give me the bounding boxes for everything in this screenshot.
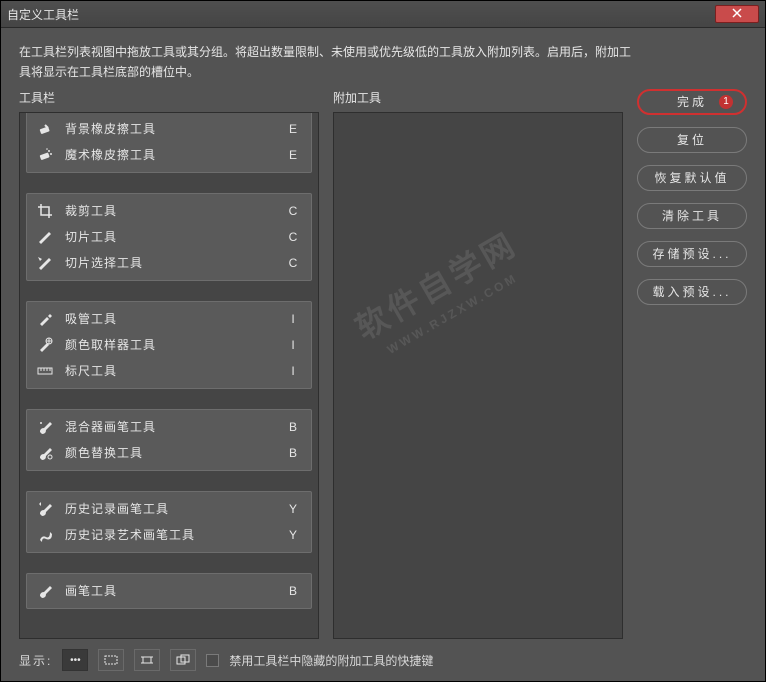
toolbar-list[interactable]: 背景橡皮擦工具E魔术橡皮擦工具E裁剪工具C切片工具C切片选择工具C吸管工具I颜色… xyxy=(19,112,319,639)
display-option-dots[interactable]: ••• xyxy=(62,649,88,671)
dots-icon: ••• xyxy=(70,655,81,666)
tool-shortcut: E xyxy=(283,148,303,162)
rect-icon xyxy=(104,655,118,665)
close-button[interactable] xyxy=(715,5,759,23)
tool-shortcut: C xyxy=(283,256,303,270)
tool-row[interactable]: 吸管工具I xyxy=(27,306,311,332)
tool-row[interactable]: 历史记录艺术画笔工具Y xyxy=(27,522,311,548)
tool-label: 颜色取样器工具 xyxy=(65,336,283,353)
disable-shortcuts-label: 禁用工具栏中隐藏的附加工具的快捷键 xyxy=(229,652,433,669)
tool-label: 颜色替换工具 xyxy=(65,444,283,461)
tool-label: 历史记录艺术画笔工具 xyxy=(65,526,283,543)
tool-shortcut: B xyxy=(283,420,303,434)
tool-label: 画笔工具 xyxy=(65,582,283,599)
tool-row[interactable]: 切片选择工具C xyxy=(27,250,311,276)
dialog-body: 在工具栏列表视图中拖放工具或其分组。将超出数量限制、未使用或优先级低的工具放入附… xyxy=(1,28,765,681)
tool-row[interactable]: 历史记录画笔工具Y xyxy=(27,496,311,522)
tool-shortcut: I xyxy=(283,364,303,378)
tool-shortcut: C xyxy=(283,204,303,218)
crop-icon xyxy=(35,203,55,219)
tool-label: 魔术橡皮擦工具 xyxy=(65,146,283,163)
bg-eraser-icon xyxy=(35,121,55,137)
tool-row[interactable]: 混合器画笔工具B xyxy=(27,414,311,440)
footer: 显示: ••• 禁用工具栏中隐藏的附加工具的快捷键 xyxy=(19,639,747,671)
tool-shortcut: C xyxy=(283,230,303,244)
tool-shortcut: B xyxy=(283,446,303,460)
tool-label: 吸管工具 xyxy=(65,310,283,327)
history-brush-icon xyxy=(35,501,55,517)
window-title: 自定义工具栏 xyxy=(7,6,715,23)
button-column: 完成 1 复位 恢复默认值 清除工具 存储预设... 载入预设... xyxy=(637,89,747,639)
display-option-rect[interactable] xyxy=(98,649,124,671)
artboard-icon xyxy=(140,654,154,666)
display-label: 显示: xyxy=(19,652,52,669)
tool-row[interactable]: 背景橡皮擦工具E xyxy=(27,116,311,142)
main-area: 工具栏 背景橡皮擦工具E魔术橡皮擦工具E裁剪工具C切片工具C切片选择工具C吸管工… xyxy=(19,89,747,639)
toolbar-column: 工具栏 背景橡皮擦工具E魔术橡皮擦工具E裁剪工具C切片工具C切片选择工具C吸管工… xyxy=(19,89,319,639)
instruction-text: 在工具栏列表视图中拖放工具或其分组。将超出数量限制、未使用或优先级低的工具放入附… xyxy=(19,42,639,83)
tool-group: 背景橡皮擦工具E魔术橡皮擦工具E xyxy=(26,112,312,173)
tool-row[interactable]: 颜色替换工具B xyxy=(27,440,311,466)
done-badge: 1 xyxy=(719,95,733,109)
tool-row[interactable]: 切片工具C xyxy=(27,224,311,250)
eyedropper-icon xyxy=(35,311,55,327)
close-icon xyxy=(732,7,742,21)
reset-button[interactable]: 复位 xyxy=(637,127,747,153)
extra-column-title: 附加工具 xyxy=(333,89,623,106)
tool-group: 裁剪工具C切片工具C切片选择工具C xyxy=(26,193,312,281)
tool-shortcut: I xyxy=(283,312,303,326)
tool-row[interactable]: 画笔工具B xyxy=(27,578,311,604)
tool-group: 混合器画笔工具B颜色替换工具B xyxy=(26,409,312,471)
slice-icon xyxy=(35,229,55,245)
color-replace-icon xyxy=(35,445,55,461)
art-history-brush-icon xyxy=(35,527,55,543)
tool-label: 切片选择工具 xyxy=(65,254,283,271)
tool-row[interactable]: 魔术橡皮擦工具E xyxy=(27,142,311,168)
titlebar: 自定义工具栏 xyxy=(1,1,765,28)
tool-row[interactable]: 颜色取样器工具I xyxy=(27,332,311,358)
tool-group: 画笔工具B xyxy=(26,573,312,609)
ruler-icon xyxy=(35,363,55,379)
brush-icon xyxy=(35,583,55,599)
extra-column: 附加工具 xyxy=(333,89,623,639)
save-preset-button[interactable]: 存储预设... xyxy=(637,241,747,267)
load-preset-button[interactable]: 载入预设... xyxy=(637,279,747,305)
tool-label: 历史记录画笔工具 xyxy=(65,500,283,517)
done-button[interactable]: 完成 1 xyxy=(637,89,747,115)
tool-row[interactable]: 标尺工具I xyxy=(27,358,311,384)
tool-shortcut: B xyxy=(283,584,303,598)
display-option-overlap[interactable] xyxy=(170,649,196,671)
overlap-icon xyxy=(176,654,190,666)
tool-shortcut: I xyxy=(283,338,303,352)
magic-eraser-icon xyxy=(35,147,55,163)
tool-label: 标尺工具 xyxy=(65,362,283,379)
tool-row[interactable]: 裁剪工具C xyxy=(27,198,311,224)
color-sampler-icon xyxy=(35,337,55,353)
window: 自定义工具栏 在工具栏列表视图中拖放工具或其分组。将超出数量限制、未使用或优先级… xyxy=(0,0,766,682)
tool-label: 裁剪工具 xyxy=(65,202,283,219)
done-button-label: 完成 xyxy=(677,93,707,110)
mixer-brush-icon xyxy=(35,419,55,435)
toolbar-column-title: 工具栏 xyxy=(19,89,319,106)
tool-shortcut: Y xyxy=(283,502,303,516)
slice-select-icon xyxy=(35,255,55,271)
disable-shortcuts-checkbox[interactable] xyxy=(206,654,219,667)
tool-group: 历史记录画笔工具Y历史记录艺术画笔工具Y xyxy=(26,491,312,553)
tool-label: 混合器画笔工具 xyxy=(65,418,283,435)
tool-shortcut: E xyxy=(283,122,303,136)
restore-defaults-button[interactable]: 恢复默认值 xyxy=(637,165,747,191)
tool-group: 吸管工具I颜色取样器工具I标尺工具I xyxy=(26,301,312,389)
extra-list[interactable] xyxy=(333,112,623,639)
tool-label: 背景橡皮擦工具 xyxy=(65,120,283,137)
clear-tools-button[interactable]: 清除工具 xyxy=(637,203,747,229)
tool-label: 切片工具 xyxy=(65,228,283,245)
tool-shortcut: Y xyxy=(283,528,303,542)
display-option-artboard[interactable] xyxy=(134,649,160,671)
